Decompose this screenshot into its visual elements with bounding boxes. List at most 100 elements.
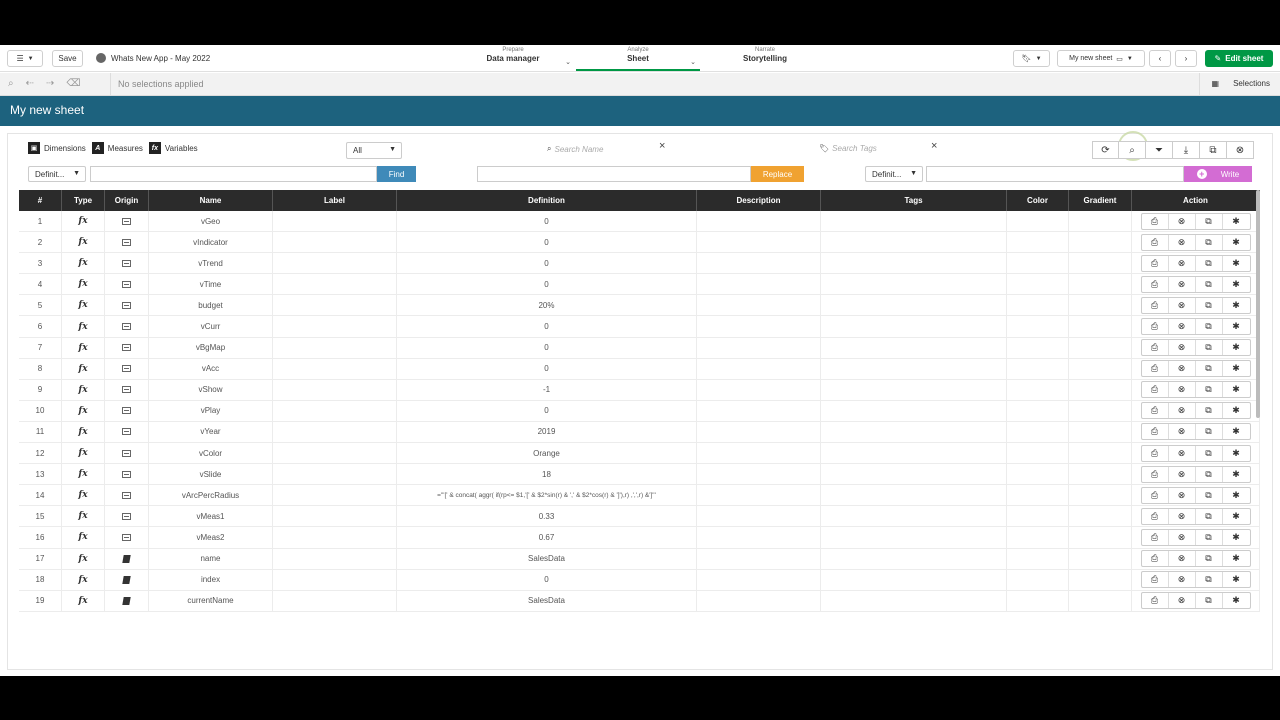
row-gradient[interactable] — [1069, 337, 1132, 358]
bug-icon[interactable]: ✱ — [1223, 340, 1250, 355]
save-row-icon[interactable]: ⎙ — [1142, 529, 1169, 545]
duplicate-row-icon[interactable]: ⧉ — [1196, 593, 1223, 609]
row-gradient[interactable] — [1069, 569, 1132, 590]
row-color[interactable] — [1007, 274, 1069, 295]
row-definition[interactable]: 18 — [397, 464, 697, 485]
row-definition[interactable]: 0.67 — [397, 527, 697, 548]
app-title[interactable]: Whats New App - May 2022 — [96, 53, 210, 63]
header-type[interactable]: Type — [62, 190, 105, 211]
row-definition[interactable]: Orange — [397, 443, 697, 464]
row-label[interactable] — [273, 569, 397, 590]
delete-row-icon[interactable]: ⊗ — [1169, 593, 1196, 609]
table-row[interactable]: 12 fx vColor Orange ⎙ ⊗ ⧉ ✱ — [19, 443, 1260, 465]
save-row-icon[interactable]: ⎙ — [1142, 382, 1169, 398]
bug-icon[interactable]: ✱ — [1223, 214, 1250, 229]
bug-icon[interactable]: ✱ — [1223, 235, 1250, 250]
previous-sheet-button[interactable]: ‹ — [1149, 50, 1171, 67]
row-tags[interactable] — [821, 421, 1007, 443]
table-row[interactable]: 11 fx vYear 2019 ⎙ ⊗ ⧉ ✱ — [19, 421, 1260, 444]
row-color[interactable] — [1007, 548, 1069, 569]
duplicate-row-icon[interactable]: ⧉ — [1196, 340, 1223, 356]
row-gradient[interactable] — [1069, 527, 1132, 548]
table-row[interactable]: 19 fx currentName SalesData ⎙ ⊗ ⧉ ✱ — [19, 590, 1260, 612]
row-color[interactable] — [1007, 569, 1069, 590]
save-row-icon[interactable]: ⎙ — [1142, 340, 1169, 356]
row-description[interactable] — [697, 464, 821, 485]
row-label[interactable] — [273, 358, 397, 379]
bug-icon[interactable]: ✱ — [1223, 488, 1250, 503]
row-definition[interactable]: 0 — [397, 211, 697, 232]
row-description[interactable] — [697, 400, 821, 421]
row-gradient[interactable] — [1069, 316, 1132, 337]
bug-icon[interactable]: ✱ — [1223, 298, 1250, 313]
row-tags[interactable] — [821, 337, 1007, 358]
nav-analyze[interactable]: Analyze Sheet ⌄ — [576, 47, 700, 71]
delete-row-icon[interactable]: ⊗ — [1169, 319, 1196, 335]
bug-icon[interactable]: ✱ — [1223, 319, 1250, 334]
row-label[interactable] — [273, 232, 397, 253]
table-row[interactable]: 18 fx index 0 ⎙ ⊗ ⧉ ✱ — [19, 569, 1260, 591]
delete-row-icon[interactable]: ⊗ — [1169, 213, 1196, 229]
save-row-icon[interactable]: ⎙ — [1142, 403, 1169, 419]
row-definition[interactable]: 2019 — [397, 421, 697, 443]
row-description[interactable] — [697, 527, 821, 548]
duplicate-row-icon[interactable]: ⧉ — [1196, 403, 1223, 419]
row-gradient[interactable] — [1069, 400, 1132, 421]
row-label[interactable] — [273, 295, 397, 316]
row-color[interactable] — [1007, 590, 1069, 611]
header-label[interactable]: Label — [273, 190, 397, 211]
row-tags[interactable] — [821, 506, 1007, 527]
filter-button[interactable]: ⏷ — [1146, 141, 1173, 159]
row-color[interactable] — [1007, 358, 1069, 379]
row-definition[interactable]: 0 — [397, 232, 697, 253]
duplicate-row-icon[interactable]: ⧉ — [1196, 255, 1223, 271]
row-label[interactable] — [273, 211, 397, 232]
bug-icon[interactable]: ✱ — [1223, 382, 1250, 397]
row-name[interactable]: vMeas2 — [149, 527, 273, 548]
row-label[interactable] — [273, 400, 397, 421]
bug-icon[interactable]: ✱ — [1223, 530, 1250, 545]
duplicate-row-icon[interactable]: ⧉ — [1196, 529, 1223, 545]
delete-row-icon[interactable]: ⊗ — [1169, 255, 1196, 271]
header-tags[interactable]: Tags — [821, 190, 1007, 211]
save-row-icon[interactable]: ⎙ — [1142, 593, 1169, 609]
duplicate-row-icon[interactable]: ⧉ — [1196, 551, 1223, 567]
row-definition[interactable]: 0 — [397, 274, 697, 295]
header-description[interactable]: Description — [697, 190, 821, 211]
row-definition[interactable]: ='"[' & concat( aggr( if(rp<= $1,'[' & $… — [397, 485, 697, 506]
row-label[interactable] — [273, 421, 397, 443]
row-tags[interactable] — [821, 295, 1007, 316]
row-color[interactable] — [1007, 506, 1069, 527]
row-definition[interactable]: 0 — [397, 253, 697, 274]
write-button[interactable]: + Write — [1184, 166, 1252, 182]
table-row[interactable]: 2 fx vIndicator 0 ⎙ ⊗ ⧉ ✱ — [19, 232, 1260, 254]
duplicate-row-icon[interactable]: ⧉ — [1196, 234, 1223, 250]
row-name[interactable]: name — [149, 548, 273, 569]
delete-row-icon[interactable]: ⊗ — [1169, 551, 1196, 567]
save-button[interactable]: Save — [52, 50, 83, 67]
bug-icon[interactable]: ✱ — [1223, 509, 1250, 524]
row-gradient[interactable] — [1069, 358, 1132, 379]
row-definition[interactable]: 0 — [397, 358, 697, 379]
row-color[interactable] — [1007, 337, 1069, 358]
row-description[interactable] — [697, 590, 821, 611]
table-row[interactable]: 8 fx vAcc 0 ⎙ ⊗ ⧉ ✱ — [19, 358, 1260, 380]
row-description[interactable] — [697, 211, 821, 232]
row-tags[interactable] — [821, 379, 1007, 400]
row-definition[interactable]: 20% — [397, 295, 697, 316]
row-tags[interactable] — [821, 590, 1007, 611]
search-tags-input[interactable]: 🏷︎ Search Tags — [819, 144, 877, 153]
row-gradient[interactable] — [1069, 379, 1132, 400]
row-label[interactable] — [273, 379, 397, 400]
clear-selections-icon[interactable]: ⌫ — [66, 78, 80, 89]
row-name[interactable]: currentName — [149, 590, 273, 611]
header-definition[interactable]: Definition — [397, 190, 697, 211]
table-row[interactable]: 13 fx vSlide 18 ⎙ ⊗ ⧉ ✱ — [19, 464, 1260, 486]
row-definition[interactable]: SalesData — [397, 548, 697, 569]
row-tags[interactable] — [821, 569, 1007, 590]
row-gradient[interactable] — [1069, 485, 1132, 506]
save-row-icon[interactable]: ⎙ — [1142, 508, 1169, 524]
delete-row-icon[interactable]: ⊗ — [1169, 529, 1196, 545]
save-row-icon[interactable]: ⎙ — [1142, 445, 1169, 461]
duplicate-row-icon[interactable]: ⧉ — [1196, 276, 1223, 292]
